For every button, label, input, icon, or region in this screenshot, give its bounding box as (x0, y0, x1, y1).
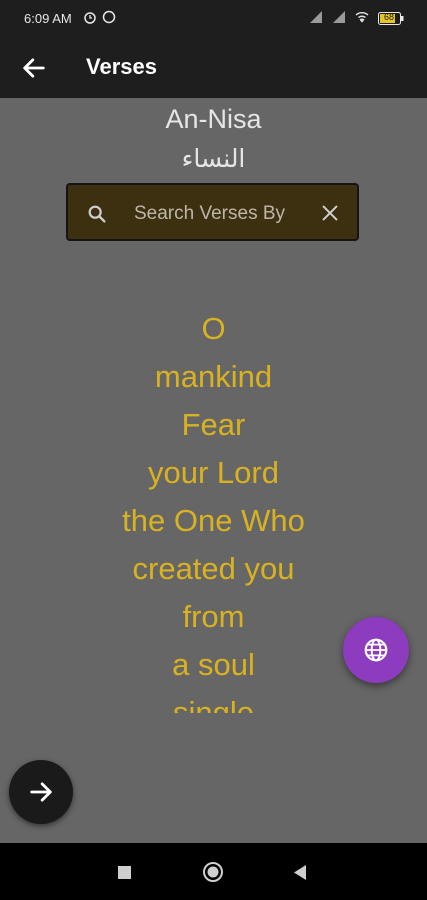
globe-icon (364, 638, 388, 662)
signal-icon (310, 11, 322, 23)
back-arrow-icon[interactable] (20, 54, 48, 82)
battery-level: 68 (384, 12, 395, 22)
verse-line: O (201, 311, 226, 346)
whatsapp-icon (102, 10, 116, 24)
search-input[interactable] (132, 195, 316, 233)
arrow-right-icon (30, 782, 52, 802)
signal-icon-2 (333, 11, 345, 23)
verse-line: from (182, 599, 245, 634)
next-button[interactable] (9, 760, 73, 824)
back-nav-icon[interactable] (292, 864, 308, 881)
search-icon[interactable] (86, 203, 108, 225)
language-button[interactable] (343, 617, 409, 683)
surah-name-english: An-Nisa (165, 104, 262, 134)
verse-line: mankind (154, 359, 273, 394)
verse-line: Fear (181, 407, 246, 442)
search-bar[interactable] (66, 183, 359, 241)
recents-icon[interactable] (117, 865, 132, 880)
verse-line: single (173, 695, 254, 713)
page-title: Verses (86, 54, 157, 79)
wifi-icon (355, 12, 369, 23)
system-navigation-bar (0, 843, 427, 900)
close-icon[interactable] (319, 202, 341, 224)
alarm-icon (84, 12, 96, 24)
verse-line: the One Who (122, 503, 305, 538)
home-icon[interactable] (202, 861, 224, 883)
app-bar: Verses (0, 36, 427, 98)
verse-line: your Lord (148, 455, 279, 490)
verse-line: a soul (172, 647, 255, 682)
status-bar: 6:09 AM 68 (0, 0, 427, 36)
verse-text: O mankind Fear your Lord the One Who cre… (40, 305, 387, 713)
surah-name-arabic: النساء (181, 144, 246, 173)
verse-line: created you (132, 551, 295, 586)
status-time: 6:09 AM (24, 11, 72, 26)
